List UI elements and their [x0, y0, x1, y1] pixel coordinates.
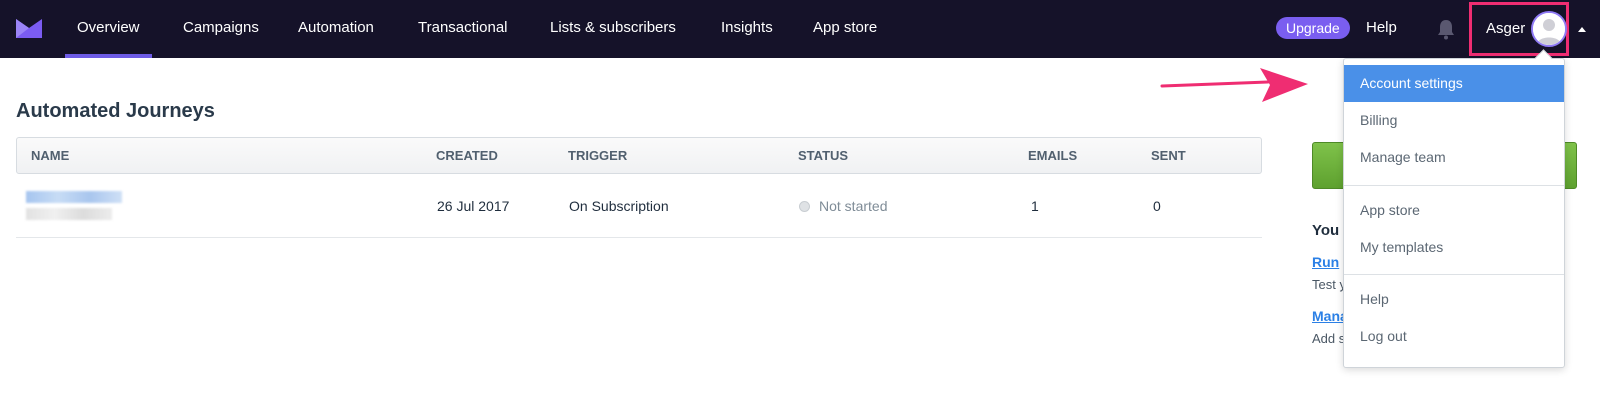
- nav-automation[interactable]: Automation: [298, 0, 374, 58]
- column-header-trigger[interactable]: TRIGGER: [568, 138, 627, 174]
- cell-status: Not started: [799, 174, 887, 238]
- column-header-emails[interactable]: EMAILS: [1028, 138, 1077, 174]
- cell-created: 26 Jul 2017: [437, 198, 510, 214]
- upgrade-button[interactable]: Upgrade: [1276, 17, 1350, 39]
- nav-campaigns[interactable]: Campaigns: [183, 0, 259, 58]
- menu-item-log-out[interactable]: Log out: [1344, 318, 1564, 355]
- user-menu-toggle[interactable]: Asger: [1469, 2, 1569, 56]
- menu-divider: [1344, 274, 1564, 275]
- menu-item-account-settings[interactable]: Account settings: [1344, 65, 1564, 102]
- menu-item-billing[interactable]: Billing: [1344, 102, 1564, 139]
- nav-overview[interactable]: Overview: [65, 0, 151, 58]
- bell-icon[interactable]: [1436, 18, 1456, 40]
- column-header-status[interactable]: STATUS: [798, 138, 848, 174]
- journeys-table: NAME CREATED TRIGGER STATUS EMAILS SENT …: [16, 137, 1262, 238]
- logo-icon[interactable]: [16, 19, 42, 38]
- nav-transactional[interactable]: Transactional: [418, 0, 508, 58]
- status-label: Not started: [819, 198, 888, 214]
- menu-divider: [1344, 185, 1564, 186]
- menu-item-app-store[interactable]: App store: [1344, 192, 1564, 229]
- column-header-name[interactable]: NAME: [31, 138, 69, 174]
- nav-lists-subscribers[interactable]: Lists & subscribers: [550, 0, 676, 58]
- column-header-sent[interactable]: SENT: [1151, 138, 1186, 174]
- cell-sent: 0: [1153, 198, 1161, 214]
- redacted-journey-subtitle: [26, 208, 112, 220]
- help-link[interactable]: Help: [1366, 0, 1397, 56]
- caret-up-icon[interactable]: [1578, 27, 1586, 32]
- user-silhouette-icon: [1533, 13, 1565, 45]
- cell-emails: 1: [1031, 198, 1039, 214]
- redacted-journey-name[interactable]: [26, 191, 122, 203]
- menu-item-manage-team[interactable]: Manage team: [1344, 139, 1564, 176]
- nav-app-store[interactable]: App store: [813, 0, 877, 58]
- sidebar-heading: You: [1312, 222, 1340, 239]
- sidebar-text-1: Test y: [1312, 277, 1346, 292]
- top-navigation-bar: Overview Campaigns Automation Transactio…: [0, 0, 1600, 58]
- user-name: Asger: [1486, 20, 1526, 37]
- table-row[interactable]: 26 Jul 2017 On Subscription Not started …: [16, 174, 1262, 238]
- nav-insights[interactable]: Insights: [721, 0, 773, 58]
- cell-trigger: On Subscription: [569, 198, 669, 214]
- sidebar-link-run[interactable]: Run: [1312, 254, 1339, 270]
- menu-item-my-templates[interactable]: My templates: [1344, 229, 1564, 266]
- annotation-arrow-icon: [1160, 68, 1308, 102]
- menu-item-help[interactable]: Help: [1344, 281, 1564, 318]
- column-header-created[interactable]: CREATED: [436, 138, 498, 174]
- sidebar-text-2: Add s: [1312, 331, 1346, 346]
- avatar: [1531, 11, 1567, 47]
- page-title: Automated Journeys: [16, 100, 215, 122]
- table-header: NAME CREATED TRIGGER STATUS EMAILS SENT: [16, 137, 1262, 174]
- status-dot-icon: [799, 201, 810, 212]
- user-dropdown-menu: Account settings Billing Manage team App…: [1343, 58, 1565, 368]
